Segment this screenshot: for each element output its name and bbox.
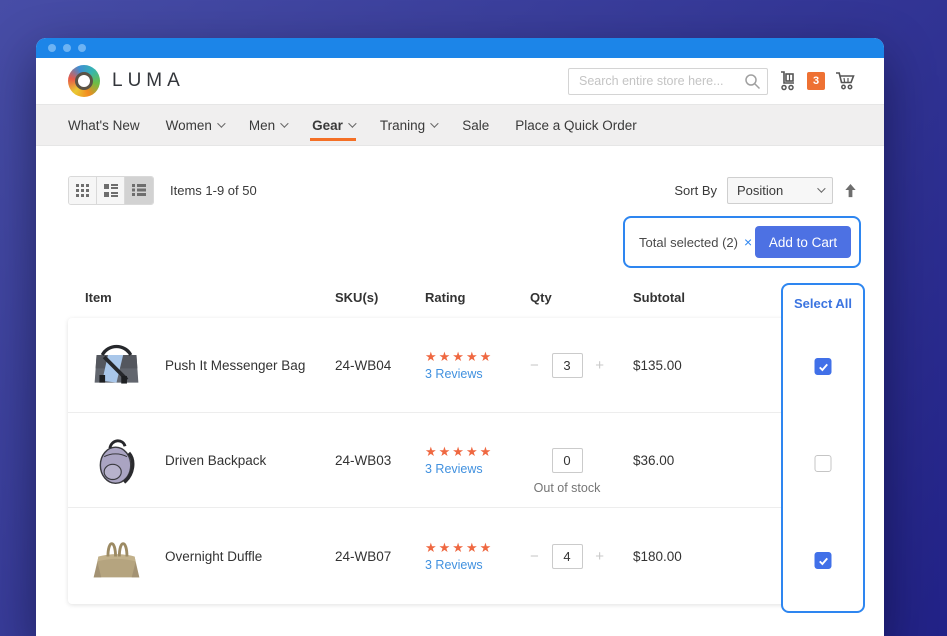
cart-count-badge: 3	[807, 72, 825, 90]
product-sku: 24-WB04	[335, 358, 425, 373]
nav-item-men[interactable]: Men	[249, 105, 286, 145]
view-grid-icon[interactable]	[69, 177, 97, 204]
row-checkbox[interactable]	[815, 552, 832, 569]
row-checkbox[interactable]	[815, 455, 832, 472]
nav-item-women[interactable]: Women	[166, 105, 223, 145]
select-all-label[interactable]: Select All	[783, 296, 863, 311]
sort-by-label: Sort By	[674, 183, 717, 198]
selection-banner: Total selected (2) × Add to Cart	[623, 216, 861, 268]
qty-increase-button[interactable]: +	[595, 549, 604, 564]
header-rating: Rating	[425, 290, 530, 305]
reviews-link[interactable]: 3 Reviews	[425, 558, 530, 572]
header-sku: SKU(s)	[335, 290, 425, 305]
quick-order-icon[interactable]	[778, 71, 797, 91]
product-image-messenger-bag	[88, 337, 145, 394]
product-image-backpack	[88, 432, 145, 489]
row-checkbox[interactable]	[815, 358, 832, 375]
clear-selection-icon[interactable]: ×	[744, 234, 752, 250]
items-count: Items 1-9 of 50	[170, 183, 257, 198]
brand-name: LUMA	[112, 70, 185, 92]
header-item: Item	[85, 290, 335, 305]
chevron-down-icon	[217, 119, 225, 127]
table-header: Item SKU(s) Rating Qty Subtotal	[68, 290, 856, 305]
header-qty: Qty	[530, 290, 633, 305]
select-all-panel: Select All	[781, 283, 865, 613]
qty-increase-button[interactable]: +	[595, 358, 604, 373]
luma-logo[interactable]: LUMA	[68, 65, 185, 97]
browser-window: LUMA 3	[36, 38, 884, 636]
checkmark-icon	[817, 361, 829, 373]
site-header: LUMA 3	[36, 58, 884, 104]
qty-input[interactable]	[552, 353, 583, 378]
nav-item-traning[interactable]: Traning	[380, 105, 436, 145]
table-row: Overnight Duffle 24-WB07 ★★★★★ 3 Reviews…	[68, 508, 856, 604]
window-control-dot[interactable]	[63, 44, 71, 52]
product-sku: 24-WB07	[335, 549, 425, 564]
product-image-duffle	[88, 528, 145, 585]
list-toolbar: Items 1-9 of 50 Sort By Position	[68, 176, 858, 204]
window-control-dot[interactable]	[78, 44, 86, 52]
checkmark-icon	[817, 555, 829, 567]
sort-select[interactable]: Position	[727, 177, 833, 204]
nav-item-sale[interactable]: Sale	[462, 105, 489, 145]
table-row: Driven Backpack 24-WB03 ★★★★★ 3 Reviews …	[68, 413, 856, 508]
desktop-background: LUMA 3	[0, 0, 947, 636]
product-name: Push It Messenger Bag	[165, 358, 305, 373]
reviews-link[interactable]: 3 Reviews	[425, 462, 530, 476]
chevron-down-icon	[348, 119, 356, 127]
sort-select-value: Position	[737, 183, 783, 198]
search-input[interactable]	[568, 68, 768, 95]
cart-icon[interactable]	[835, 71, 856, 91]
product-name: Driven Backpack	[165, 453, 266, 468]
qty-decrease-button[interactable]: −	[530, 549, 539, 564]
qty-decrease-button[interactable]: −	[530, 358, 539, 373]
reviews-link[interactable]: 3 Reviews	[425, 367, 530, 381]
luma-logo-icon	[68, 65, 100, 97]
qty-input[interactable]	[552, 448, 583, 473]
view-list-icon[interactable]	[125, 177, 153, 204]
product-sku: 24-WB03	[335, 453, 425, 468]
search-icon[interactable]	[744, 73, 761, 90]
nav-item-whats-new[interactable]: What's New	[68, 105, 140, 145]
product-table: Push It Messenger Bag 24-WB04 ★★★★★ 3 Re…	[68, 318, 856, 604]
stock-note: Out of stock	[534, 481, 601, 495]
table-row: Push It Messenger Bag 24-WB04 ★★★★★ 3 Re…	[68, 318, 856, 413]
view-grid-list-icon[interactable]	[97, 177, 125, 204]
rating-stars: ★★★★★	[425, 444, 530, 460]
add-to-cart-button[interactable]: Add to Cart	[755, 226, 851, 258]
total-selected-label: Total selected (2)	[639, 235, 738, 250]
nav-item-gear[interactable]: Gear	[312, 105, 354, 145]
sort-ascending-icon[interactable]	[843, 183, 858, 198]
view-mode-switcher	[68, 176, 154, 205]
chevron-down-icon	[430, 119, 438, 127]
nav-item-quick-order[interactable]: Place a Quick Order	[515, 105, 637, 145]
chevron-down-icon	[817, 184, 825, 192]
window-titlebar	[36, 38, 884, 58]
main-navigation: What's New Women Men Gear Traning Sale P…	[36, 104, 884, 146]
product-name: Overnight Duffle	[165, 549, 262, 564]
chevron-down-icon	[280, 119, 288, 127]
search-box	[568, 68, 768, 95]
qty-input[interactable]	[552, 544, 583, 569]
rating-stars: ★★★★★	[425, 540, 530, 556]
rating-stars: ★★★★★	[425, 349, 530, 365]
window-control-dot[interactable]	[48, 44, 56, 52]
